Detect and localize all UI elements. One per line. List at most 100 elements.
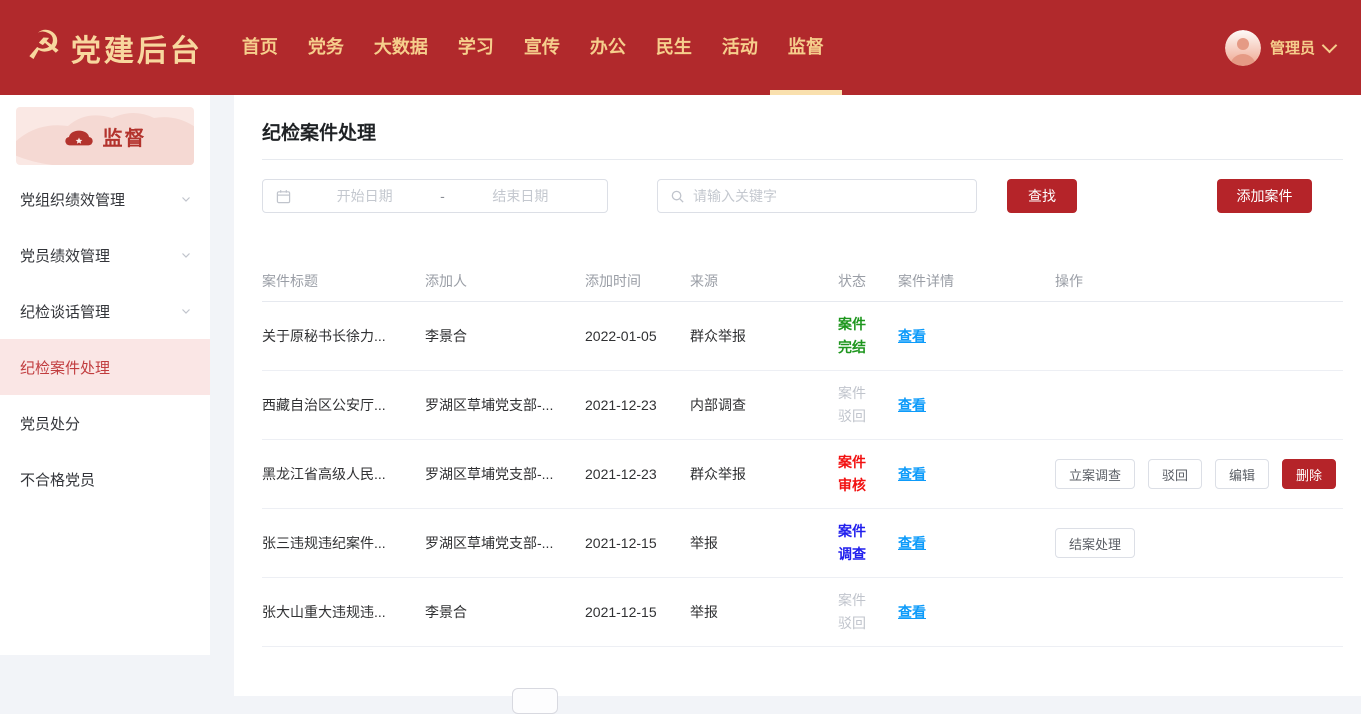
case-status-cell: 案件审核 — [838, 451, 898, 497]
case-detail-cell: 查看 — [898, 326, 1055, 346]
view-detail-link[interactable]: 查看 — [898, 604, 926, 620]
case-title: 黑龙江省高级人民... — [262, 464, 425, 484]
nav-item-7[interactable]: 民生 — [641, 0, 707, 95]
date-separator: - — [438, 188, 447, 204]
action-button-驳回[interactable]: 驳回 — [1148, 459, 1202, 489]
sidebar-menu: 党组织绩效管理党员绩效管理纪检谈话管理纪检案件处理党员处分不合格党员 — [0, 171, 210, 507]
sidebar-banner-title: 监督 — [103, 122, 147, 151]
case-time: 2021-12-23 — [585, 397, 690, 413]
active-tab-underline — [770, 90, 842, 95]
nav-item-9[interactable]: 监督 — [773, 0, 839, 95]
supervision-cap-icon — [64, 125, 94, 148]
view-detail-link[interactable]: 查看 — [898, 535, 926, 551]
pagination-button[interactable] — [512, 688, 558, 714]
nav-item-8[interactable]: 活动 — [707, 0, 773, 95]
add-case-button[interactable]: 添加案件 — [1217, 179, 1312, 213]
case-adder: 罗湖区草埔党支部-... — [425, 533, 585, 553]
case-adder: 罗湖区草埔党支部-... — [425, 464, 585, 484]
action-button-删除[interactable]: 删除 — [1282, 459, 1336, 489]
table-row: 张大山重大违规违...李景合2021-12-15举报案件驳回查看 — [262, 578, 1343, 647]
case-time: 2021-12-15 — [585, 604, 690, 620]
sidebar-item-label: 党员处分 — [20, 413, 192, 434]
status-badge: 案件驳回 — [838, 589, 866, 635]
sidebar-item-4[interactable]: 纪检案件处理 — [0, 339, 210, 395]
search-button[interactable]: 查找 — [1007, 179, 1077, 213]
column-header-6: 案件详情 — [898, 271, 1055, 291]
case-adder: 罗湖区草埔党支部-... — [425, 395, 585, 415]
sidebar-item-1[interactable]: 党组织绩效管理 — [0, 171, 210, 227]
party-emblem-icon: ☭ — [26, 26, 62, 66]
date-start-placeholder[interactable]: 开始日期 — [291, 186, 438, 206]
nav-item-6[interactable]: 办公 — [575, 0, 641, 95]
status-badge: 案件完结 — [838, 313, 866, 359]
view-detail-link[interactable]: 查看 — [898, 466, 926, 482]
case-status-cell: 案件驳回 — [838, 382, 898, 428]
filter-bar: 开始日期 - 结束日期 请输入关键字 查找 添加案件 — [262, 179, 1343, 213]
view-detail-link[interactable]: 查看 — [898, 397, 926, 413]
sidebar-item-label: 党组织绩效管理 — [20, 189, 180, 210]
sidebar: 监督 党组织绩效管理党员绩效管理纪检谈话管理纪检案件处理党员处分不合格党员 — [0, 95, 210, 655]
sidebar-item-label: 纪检案件处理 — [20, 357, 192, 378]
table-header-row: 案件标题添加人添加时间来源状态案件详情操作 — [262, 261, 1343, 302]
nav-item-1[interactable]: 首页 — [227, 0, 293, 95]
nav-item-4[interactable]: 学习 — [443, 0, 509, 95]
sidebar-item-label: 党员绩效管理 — [20, 245, 180, 266]
case-source: 内部调查 — [690, 395, 838, 415]
calendar-icon — [276, 189, 291, 204]
column-header-7: 操作 — [1055, 271, 1343, 291]
page-title: 纪检案件处理 — [262, 95, 1343, 145]
action-button-编辑[interactable]: 编辑 — [1215, 459, 1269, 489]
table-row: 张三违规违纪案件...罗湖区草埔党支部-...2021-12-15举报案件调查查… — [262, 509, 1343, 578]
nav-item-5[interactable]: 宣传 — [509, 0, 575, 95]
case-source: 群众举报 — [690, 326, 838, 346]
column-header-4: 来源 — [690, 271, 838, 291]
title-divider — [262, 159, 1343, 160]
nav-item-2[interactable]: 党务 — [293, 0, 359, 95]
main-nav: 首页党务大数据学习宣传办公民生活动监督 — [227, 0, 839, 95]
action-button-结案处理[interactable]: 结案处理 — [1055, 528, 1135, 558]
case-detail-cell: 查看 — [898, 602, 1055, 622]
view-detail-link[interactable]: 查看 — [898, 328, 926, 344]
user-menu[interactable]: 管理员 — [1225, 30, 1335, 66]
sidebar-item-label: 不合格党员 — [20, 469, 192, 490]
sidebar-item-2[interactable]: 党员绩效管理 — [0, 227, 210, 283]
table-row: 西藏自治区公安厅...罗湖区草埔党支部-...2021-12-23内部调查案件驳… — [262, 371, 1343, 440]
case-time: 2022-01-05 — [585, 328, 690, 344]
chevron-down-icon — [180, 249, 192, 261]
row-actions: 结案处理 — [1055, 528, 1343, 558]
action-button-立案调查[interactable]: 立案调查 — [1055, 459, 1135, 489]
chevron-down-icon — [1322, 37, 1338, 53]
user-name: 管理员 — [1270, 37, 1315, 58]
sidebar-item-6[interactable]: 不合格党员 — [0, 451, 210, 507]
sidebar-item-5[interactable]: 党员处分 — [0, 395, 210, 451]
case-status-cell: 案件完结 — [838, 313, 898, 359]
column-header-5: 状态 — [838, 271, 898, 291]
status-badge: 案件驳回 — [838, 382, 866, 428]
app-title: 党建后台 — [71, 26, 203, 70]
search-placeholder: 请输入关键字 — [693, 186, 777, 206]
sidebar-banner: 监督 — [16, 107, 194, 165]
date-end-placeholder[interactable]: 结束日期 — [447, 186, 594, 206]
case-detail-cell: 查看 — [898, 464, 1055, 484]
nav-item-3[interactable]: 大数据 — [359, 0, 443, 95]
case-title: 西藏自治区公安厅... — [262, 395, 425, 415]
keyword-search-input[interactable]: 请输入关键字 — [657, 179, 977, 213]
sidebar-item-3[interactable]: 纪检谈话管理 — [0, 283, 210, 339]
case-detail-cell: 查看 — [898, 533, 1055, 553]
date-range-input[interactable]: 开始日期 - 结束日期 — [262, 179, 608, 213]
case-adder: 李景合 — [425, 602, 585, 622]
chevron-down-icon — [180, 193, 192, 205]
content-area: 纪检案件处理 开始日期 - 结束日期 请输入关键字 查找 添加 — [234, 95, 1361, 696]
table-body: 关于原秘书长徐力...李景合2022-01-05群众举报案件完结查看西藏自治区公… — [262, 302, 1343, 647]
column-header-3: 添加时间 — [585, 271, 690, 291]
app-logo[interactable]: ☭ 党建后台 — [26, 26, 203, 70]
case-detail-cell: 查看 — [898, 395, 1055, 415]
avatar[interactable] — [1225, 30, 1261, 66]
top-header: ☭ 党建后台 首页党务大数据学习宣传办公民生活动监督 管理员 — [0, 0, 1361, 95]
row-actions: 立案调查驳回编辑删除 — [1055, 459, 1343, 489]
case-title: 关于原秘书长徐力... — [262, 326, 425, 346]
table-row: 黑龙江省高级人民...罗湖区草埔党支部-...2021-12-23群众举报案件审… — [262, 440, 1343, 509]
case-time: 2021-12-15 — [585, 535, 690, 551]
case-source: 举报 — [690, 533, 838, 553]
status-badge: 案件审核 — [838, 451, 866, 497]
